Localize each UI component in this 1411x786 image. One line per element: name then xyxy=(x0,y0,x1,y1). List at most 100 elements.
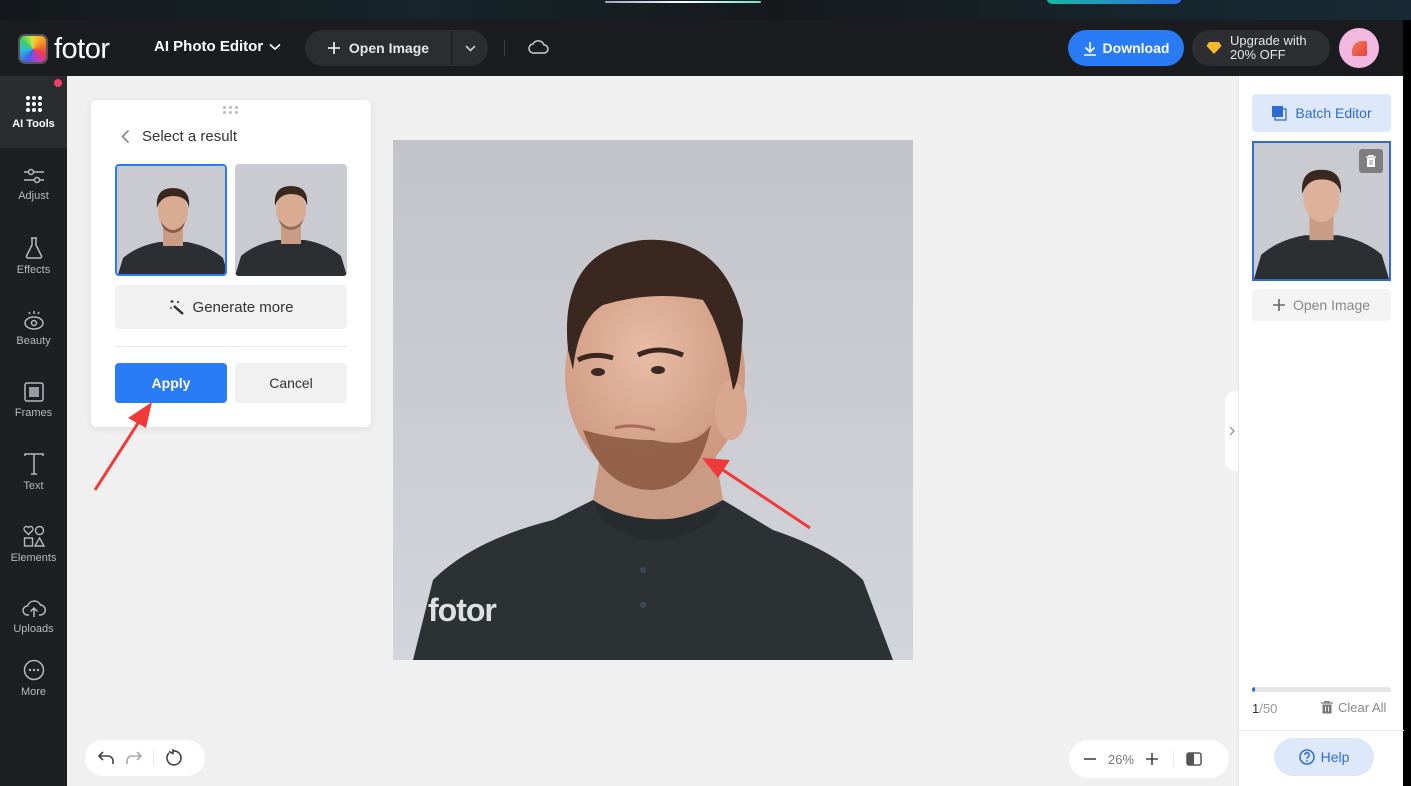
help-button[interactable]: Help xyxy=(1274,738,1374,776)
zoom-divider xyxy=(1173,751,1174,767)
browser-top-strip xyxy=(0,0,1411,20)
generate-more-button[interactable]: Generate more xyxy=(115,285,347,329)
sidebar-item-text[interactable]: Text xyxy=(0,436,67,508)
drag-handle[interactable] xyxy=(223,106,239,114)
sidebar-item-beauty[interactable]: Beauty xyxy=(0,292,67,364)
chevron-right-icon xyxy=(1229,426,1235,436)
upgrade-button[interactable]: Upgrade with 20% OFF xyxy=(1192,30,1330,66)
collapse-right-panel-tab[interactable] xyxy=(1225,391,1239,471)
select-result-panel: Select a result Generate more Apply Canc… xyxy=(91,100,371,427)
sidebar-label: Frames xyxy=(14,406,53,419)
open-image-label: Open Image xyxy=(348,40,430,56)
right-open-image-button[interactable]: Open Image xyxy=(1252,289,1391,321)
sidebar-label: Adjust xyxy=(18,189,49,202)
top-strip-button xyxy=(1046,0,1182,4)
delete-image-button[interactable] xyxy=(1359,149,1383,173)
cloud-upload-icon xyxy=(21,599,46,617)
more-icon xyxy=(23,659,44,680)
cloud-save-button[interactable] xyxy=(528,38,550,61)
top-strip-highlight xyxy=(605,1,761,3)
right-panel-divider xyxy=(1239,730,1404,731)
diamond-icon xyxy=(1206,42,1222,54)
image-count-progress xyxy=(1252,687,1391,692)
open-image-dropdown-button[interactable] xyxy=(452,30,488,66)
plus-icon xyxy=(327,42,340,54)
sidebar-label: Text xyxy=(23,479,44,492)
right-open-image-label: Open Image xyxy=(1292,297,1371,313)
zoom-in-icon[interactable] xyxy=(1145,752,1159,766)
portrait-photo xyxy=(393,140,913,660)
sidebar-item-more[interactable]: More xyxy=(0,642,67,714)
user-avatar[interactable] xyxy=(1339,28,1379,68)
batch-editor-button[interactable]: Batch Editor xyxy=(1252,94,1391,132)
sidebar-item-adjust[interactable]: Adjust xyxy=(0,148,67,220)
sidebar-item-effects[interactable]: Effects xyxy=(0,220,67,292)
text-icon xyxy=(23,452,44,475)
editor-mode-dropdown[interactable]: AI Photo Editor xyxy=(154,38,281,55)
right-panel: Batch Editor Open Image 1/50 Clear All H… xyxy=(1238,76,1404,786)
sidebar-item-elements[interactable]: Elements xyxy=(0,508,67,580)
clear-all-button[interactable]: Clear All xyxy=(1321,700,1386,715)
apply-button[interactable]: Apply xyxy=(115,363,227,403)
sidebar-label: Beauty xyxy=(16,334,51,347)
compare-icon[interactable] xyxy=(1186,752,1202,766)
sidebar-label: More xyxy=(20,685,47,698)
sliders-icon xyxy=(23,168,44,183)
app-header: fotor AI Photo Editor Open Image Downloa… xyxy=(0,20,1403,76)
panel-divider xyxy=(115,346,347,347)
cloud-icon xyxy=(528,40,549,54)
open-image-group: Open Image xyxy=(305,30,488,66)
sidebar-label: Effects xyxy=(16,263,51,276)
window-edge xyxy=(1403,20,1411,786)
fotor-logo[interactable]: fotor xyxy=(18,34,110,64)
batch-layers-icon xyxy=(1272,106,1288,121)
canvas-image[interactable]: fotor xyxy=(393,140,913,660)
left-sidebar: AI Tools Adjust Effects Beauty Frames Te… xyxy=(0,76,67,786)
sidebar-label: AI Tools xyxy=(12,117,55,130)
zoom-controls: 26% xyxy=(1069,740,1229,778)
generate-more-label: Generate more xyxy=(192,298,294,316)
open-image-button[interactable]: Open Image xyxy=(305,30,452,66)
frame-icon xyxy=(23,381,44,402)
download-label: Download xyxy=(1102,40,1170,56)
fotor-watermark: fotor xyxy=(428,592,497,628)
editor-title-label: AI Photo Editor xyxy=(154,38,264,55)
magic-wand-icon xyxy=(169,300,184,315)
chevron-down-icon xyxy=(269,43,281,50)
sidebar-label: Uploads xyxy=(13,622,54,635)
redo-icon[interactable] xyxy=(125,750,143,766)
result-thumbnail-2[interactable] xyxy=(235,164,347,276)
grid-dots-icon xyxy=(25,95,42,112)
zoom-out-icon[interactable] xyxy=(1083,752,1097,766)
sidebar-item-frames[interactable]: Frames xyxy=(0,364,67,436)
sidebar-label: Elements xyxy=(10,551,57,564)
notification-dot xyxy=(54,79,62,87)
undo-icon[interactable] xyxy=(97,750,115,766)
shapes-icon xyxy=(22,525,45,547)
panel-title: Select a result xyxy=(142,128,238,145)
clear-all-label: Clear All xyxy=(1338,700,1387,715)
sidebar-item-ai-tools[interactable]: AI Tools xyxy=(0,76,67,148)
plus-icon xyxy=(1272,299,1285,311)
panel-header: Select a result xyxy=(121,128,237,145)
help-label: Help xyxy=(1320,749,1350,765)
back-chevron-icon[interactable] xyxy=(121,129,130,144)
chevron-down-icon xyxy=(464,44,476,52)
flask-icon xyxy=(25,236,42,259)
portrait-thumbnail-image xyxy=(235,164,347,276)
download-icon xyxy=(1083,41,1096,56)
cancel-button[interactable]: Cancel xyxy=(235,363,347,403)
image-count: 1/50 xyxy=(1252,701,1277,716)
reset-icon[interactable] xyxy=(164,749,182,767)
image-list-thumbnail[interactable] xyxy=(1252,141,1391,281)
download-button[interactable]: Download xyxy=(1068,30,1184,66)
zoom-level[interactable]: 26% xyxy=(1097,752,1145,767)
upgrade-line-2: 20% OFF xyxy=(1230,47,1286,62)
image-count-total: /50 xyxy=(1259,701,1278,716)
trash-icon xyxy=(1321,701,1333,714)
header-divider xyxy=(504,40,505,56)
trash-icon xyxy=(1366,155,1376,167)
portrait-thumbnail-image xyxy=(117,166,225,274)
result-thumbnail-1[interactable] xyxy=(115,164,227,276)
history-controls xyxy=(85,740,205,776)
